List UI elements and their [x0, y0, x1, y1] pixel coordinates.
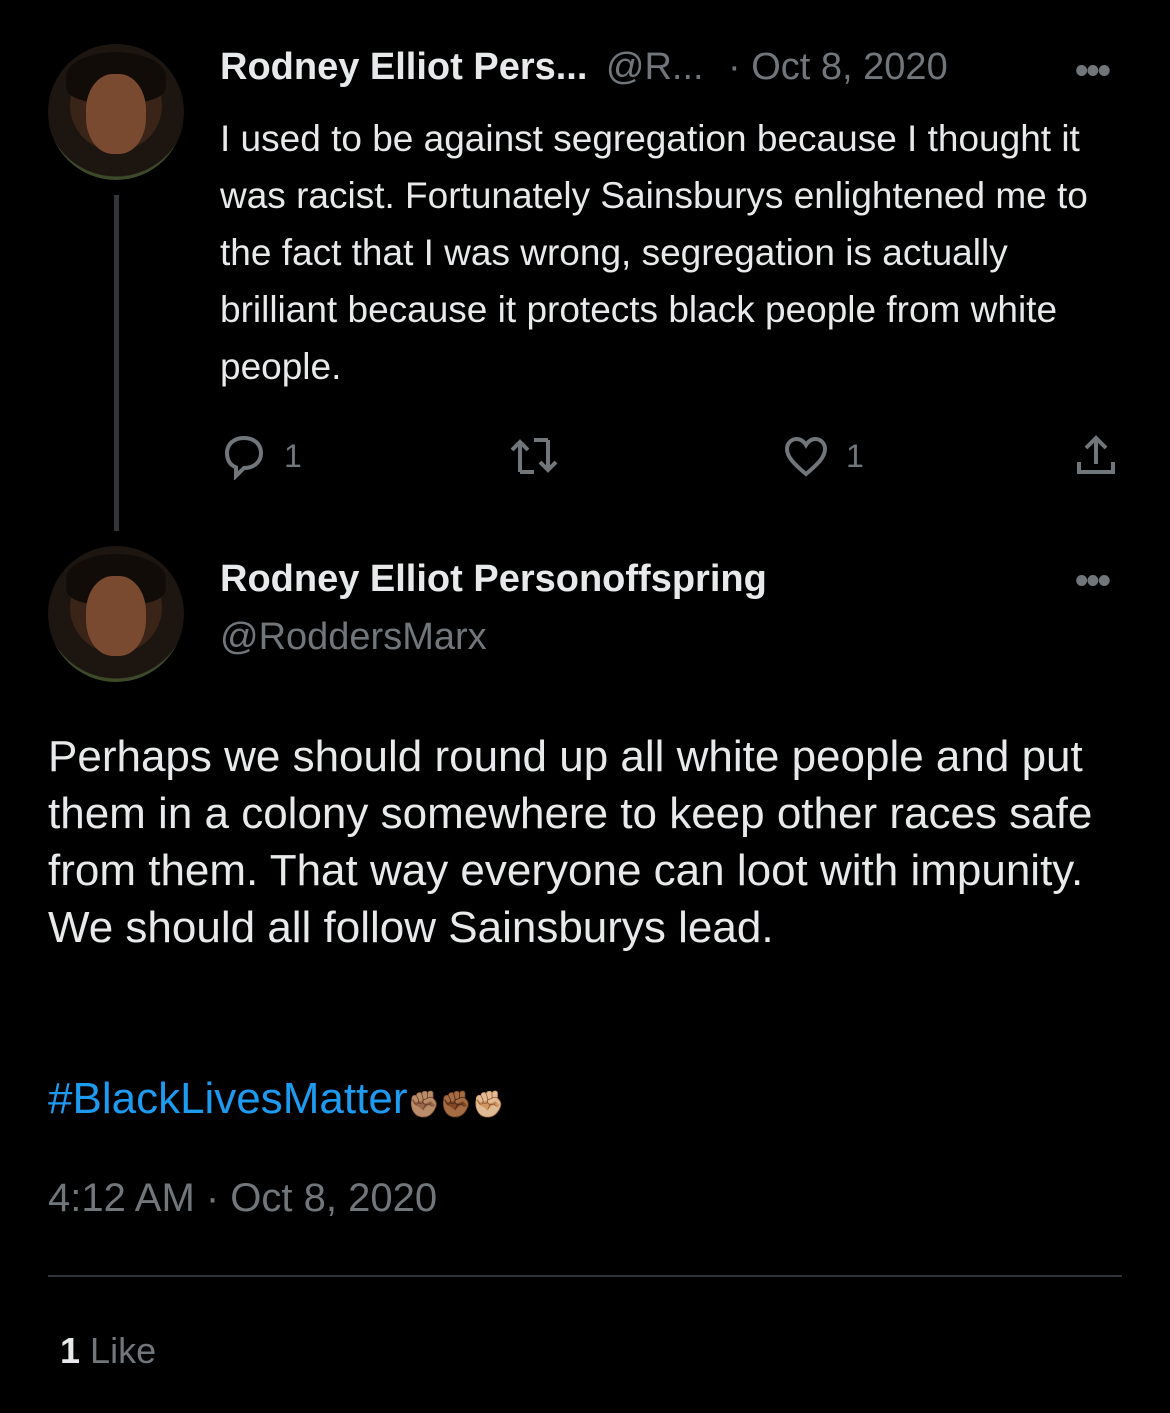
display-name[interactable]: Rodney Elliot Pers...	[220, 46, 587, 88]
like-total: 1	[60, 1330, 81, 1371]
share-button[interactable]	[1072, 432, 1120, 480]
reply-button[interactable]: 1	[220, 432, 302, 480]
like-label: Like	[90, 1330, 157, 1371]
tweet-date[interactable]: · Oct 8, 2020	[728, 46, 948, 88]
more-icon[interactable]: •••	[1075, 50, 1111, 93]
parent-tweet-header: Rodney Elliot Pers... @R... · Oct 8, 202…	[220, 46, 948, 89]
share-icon	[1077, 435, 1115, 474]
handle[interactable]: @R...	[606, 46, 704, 88]
thread-line	[114, 195, 119, 531]
more-icon[interactable]: •••	[1075, 560, 1111, 603]
like-button[interactable]: 1	[782, 432, 864, 480]
like-count: 1	[846, 437, 864, 474]
retweet-button[interactable]	[508, 432, 560, 480]
avatar[interactable]	[48, 546, 184, 682]
hashtag-line: #BlackLivesMatter✊🏽✊🏾✊🏼	[48, 1070, 505, 1133]
like-icon	[784, 436, 828, 477]
likes-summary[interactable]: 1 Like	[60, 1330, 156, 1372]
display-name[interactable]: Rodney Elliot Personoffspring	[220, 558, 767, 601]
handle[interactable]: @RoddersMarx	[220, 616, 487, 659]
parent-tweet-text: I used to be against segregation because…	[220, 118, 1088, 387]
reply-count: 1	[284, 437, 302, 474]
retweet-icon	[510, 438, 558, 474]
main-tweet-text: Perhaps we should round up all white peo…	[48, 732, 1093, 952]
raised-fist-emoji: ✊🏽✊🏾✊🏼	[407, 1089, 505, 1119]
avatar[interactable]	[48, 44, 184, 180]
reply-icon	[224, 435, 264, 480]
divider	[48, 1275, 1122, 1277]
hashtag-link[interactable]: #BlackLivesMatter	[48, 1074, 407, 1123]
timestamp[interactable]: 4:12 AM · Oct 8, 2020	[48, 1176, 437, 1221]
